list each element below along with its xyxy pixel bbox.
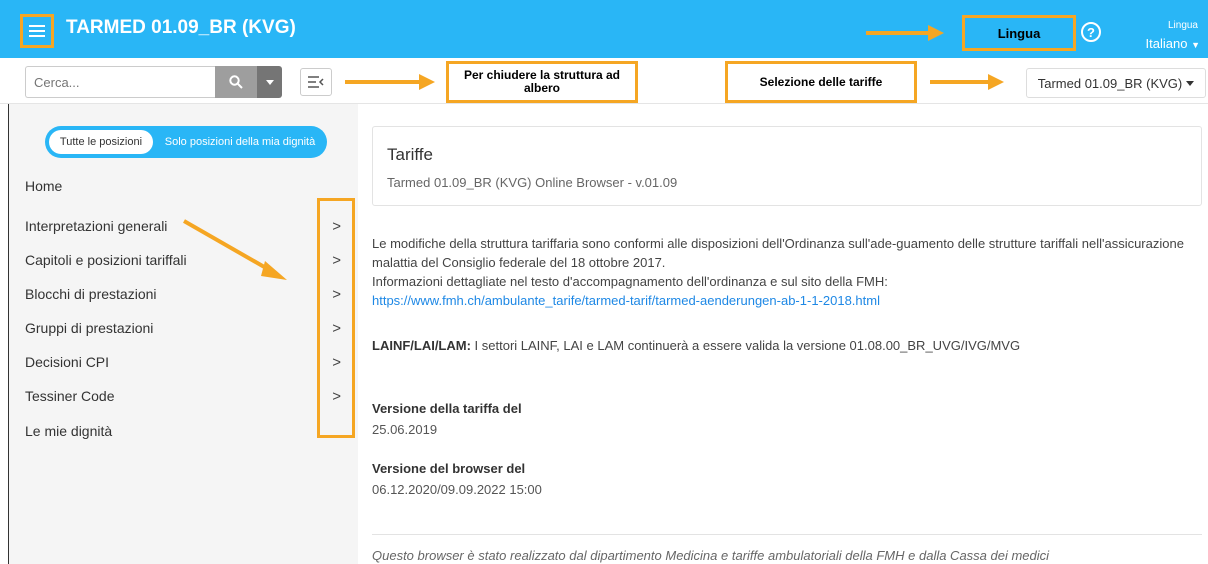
fmh-link[interactable]: https://www.fmh.ch/ambulante_tarife/tarm… [372,293,880,308]
lainf-text: I settori LAINF, LAI e LAM continuerà a … [470,338,1021,353]
toolbar: Per chiudere la struttura ad albero Sele… [0,58,1208,104]
language-button[interactable]: Lingua [962,15,1076,51]
browser-version-label: Versione del browser del [372,461,526,476]
chevron-down-icon: ▼ [1191,40,1200,50]
sidebar-item-label: Gruppi di prestazioni [25,320,154,336]
search-options-dropdown[interactable] [257,66,282,98]
sidebar-item-label: Le mie dignità [25,423,113,439]
app-title: TARMED 01.09_BR (KVG) [66,17,296,38]
language-dropdown[interactable]: Italiano ▼ [1146,36,1200,51]
annotation-tariff-note: Selezione delle tariffe [725,61,917,103]
sidebar-item-decisioni[interactable]: Decisioni CPI > [25,345,345,379]
sidebar-item-dignita[interactable]: Le mie dignità [25,414,345,448]
collapse-tree-button[interactable] [300,68,332,96]
help-icon[interactable]: ? [1081,22,1101,42]
tariff-version-label: Versione della tariffa del [372,401,522,416]
app-header: TARMED 01.09_BR (KVG) Lingua ? Lingua It… [0,0,1208,58]
annotation-arrow-tariff [930,74,1004,90]
toggle-my-positions[interactable]: Solo posizioni della mia dignità [157,130,323,154]
position-filter-toggle: Tutte le posizioni Solo posizioni della … [45,126,327,158]
sidebar-item-gruppi[interactable]: Gruppi di prestazioni > [25,311,345,345]
intro-paragraph: Le modifiche della struttura tariffaria … [372,236,1184,270]
sidebar-item-label: Tessiner Code [25,388,115,404]
sidebar-item-label: Home [25,178,63,194]
toggle-all-positions[interactable]: Tutte le posizioni [49,130,153,154]
browser-version-value: 06.12.2020/09.09.2022 15:00 [372,482,542,497]
card-title: Tariffe [387,145,433,164]
footer-credit: Questo browser è stato realizzato dal di… [372,548,1050,563]
sidebar-item-home[interactable]: Home [25,169,345,203]
sidebar-item-label: Interpretazioni generali [25,218,168,234]
sidebar-item-tessiner[interactable]: Tessiner Code > [25,379,345,413]
menu-icon [29,25,45,37]
chevron-down-icon [1186,80,1195,86]
divider [372,534,1202,535]
card-subtitle: Tarmed 01.09_BR (KVG) Online Browser - v… [387,175,678,190]
lainf-label: LAINF/LAI/LAM: [372,338,471,353]
intro-text: Le modifiche della struttura tariffaria … [372,234,1202,310]
annotation-tree-note: Per chiudere la struttura ad albero [446,61,638,103]
collapse-menu-icon [308,76,324,88]
language-caption: Lingua [1167,20,1198,31]
language-value: Italiano [1145,36,1188,51]
annotation-arrow-tree [345,74,435,90]
annotation-arrow-chevrons [183,219,287,280]
tariff-version-value: 25.06.2019 [372,422,438,437]
annotation-arrow-lang [866,25,944,41]
tariff-card: Tariffe Tarmed 01.09_BR (KVG) Online Bro… [372,126,1202,206]
main-content: Tariffe Tarmed 01.09_BR (KVG) Online Bro… [358,104,1208,564]
sidebar-item-blocchi[interactable]: Blocchi di prestazioni > [25,277,345,311]
tariff-select[interactable]: Tarmed 01.09_BR (KVG) [1026,68,1206,98]
tariff-select-value: Tarmed 01.09_BR (KVG) [1037,75,1183,91]
search-icon [229,75,243,89]
hamburger-menu-button[interactable] [20,14,54,48]
sidebar-item-label: Capitoli e posizioni tariffali [25,252,187,268]
info-paragraph: Informazioni dettagliate nel testo d'acc… [372,274,888,289]
search-button[interactable] [215,66,257,98]
search-input[interactable] [25,66,215,98]
sidebar-item-label: Decisioni CPI [25,354,110,370]
sidebar: Tutte le posizioni Solo posizioni della … [8,104,358,564]
annotation-chevron-highlight [317,198,355,438]
chevron-down-icon [265,79,274,85]
lainf-note: LAINF/LAI/LAM: I settori LAINF, LAI e LA… [372,338,1020,353]
sidebar-item-label: Blocchi di prestazioni [25,286,157,302]
